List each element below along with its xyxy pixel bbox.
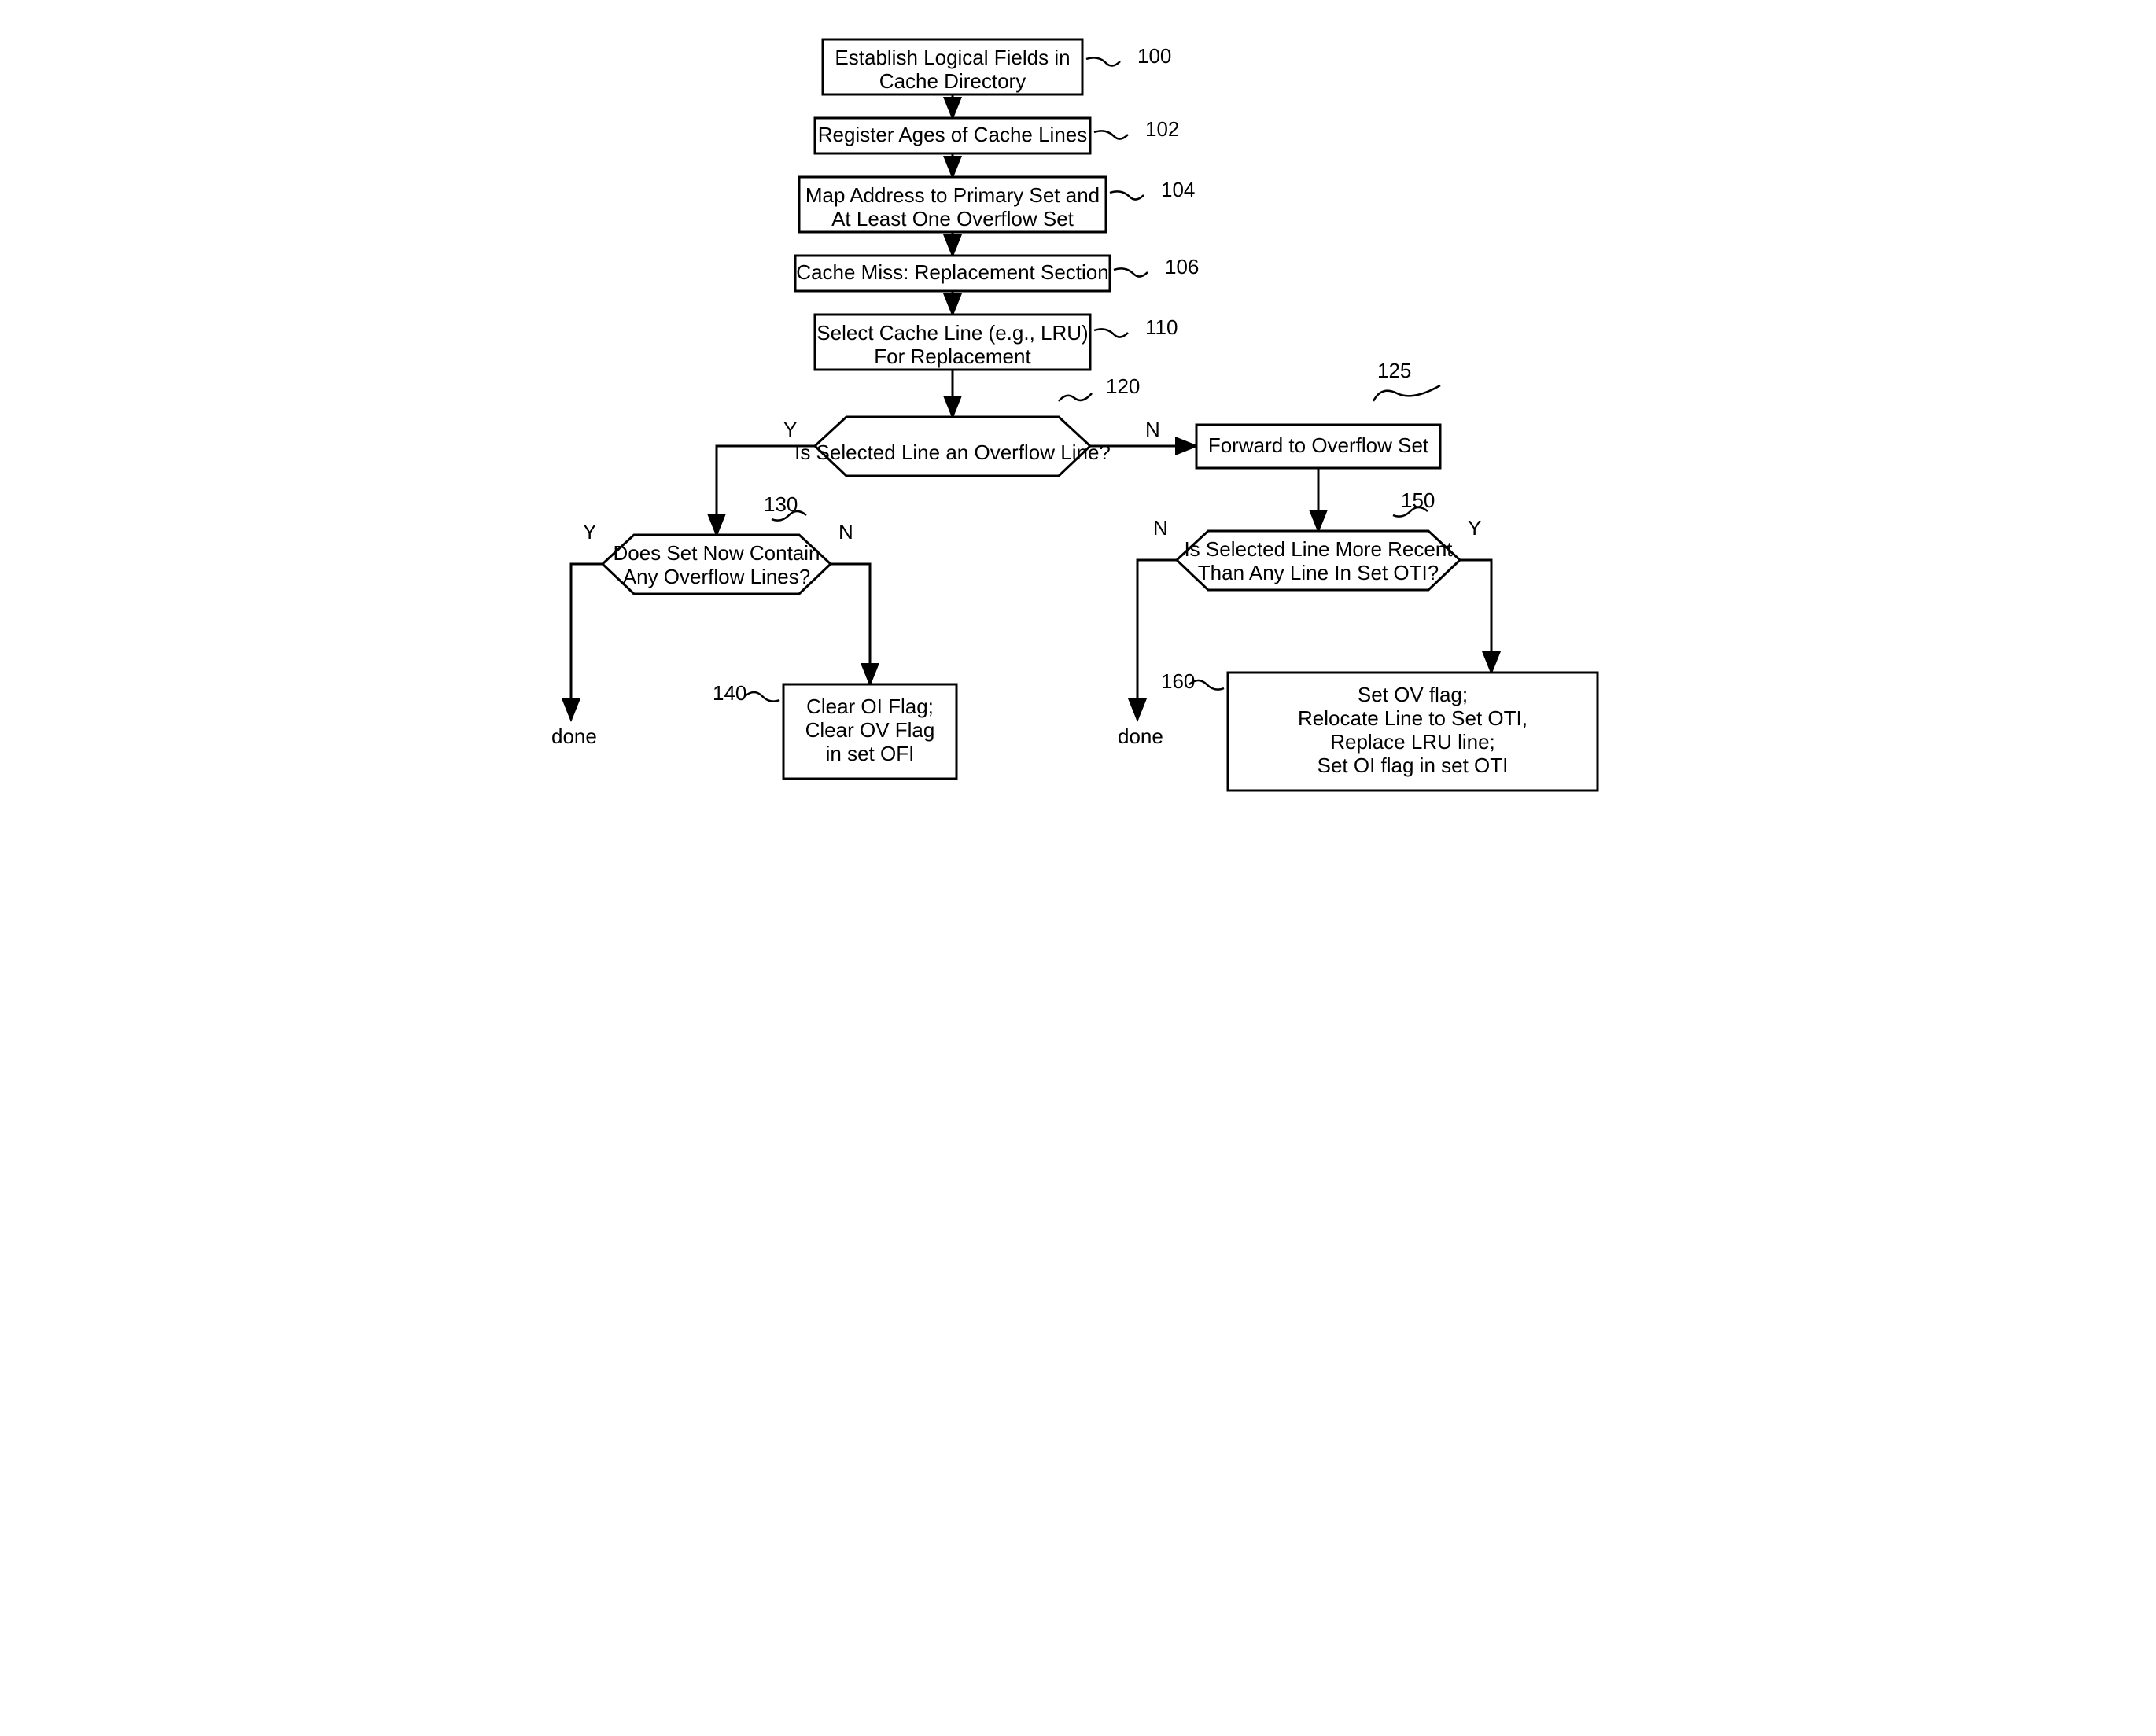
branch-label: N [1153, 516, 1168, 540]
decision-text: Than Any Line In Set OTI? [1197, 561, 1438, 584]
box-text: Relocate Line to Set OTI, [1298, 706, 1528, 730]
ref-tick [1373, 385, 1440, 401]
box-text: in set OFI [825, 742, 914, 765]
ref-tick [1110, 191, 1144, 199]
branch-label: Y [1468, 516, 1481, 540]
ref-tick [1059, 393, 1092, 401]
box-text: Set OV flag; [1357, 683, 1467, 706]
ref-tick [1094, 131, 1128, 138]
branch-label: N [838, 520, 853, 544]
flow-line [831, 564, 870, 661]
ref-label: 160 [1161, 669, 1195, 693]
ref-label: 120 [1106, 374, 1140, 398]
box-text: Clear OV Flag [805, 718, 934, 742]
ref-label: 106 [1165, 255, 1199, 278]
terminal-label: done [551, 724, 597, 748]
box-text: Cache Directory [879, 69, 1025, 93]
decision-text: Is Selected Line an Overflow Line? [794, 440, 1111, 464]
ref-label: 130 [764, 492, 798, 516]
box-text: Register Ages of Cache Lines [817, 123, 1087, 146]
ref-label: 140 [713, 681, 746, 705]
box-text: Cache Miss: Replacement Section [796, 260, 1108, 284]
ref-label: 125 [1377, 359, 1411, 382]
flow-line [1460, 560, 1491, 653]
ref-label: 104 [1161, 178, 1195, 201]
box-text: Clear OI Flag; [806, 695, 934, 718]
box-text: At Least One Overflow Set [831, 207, 1074, 230]
branch-label: Y [583, 520, 596, 544]
ref-tick [745, 692, 779, 702]
box-text: Set OI flag in set OTI [1317, 754, 1508, 777]
ref-tick [1086, 57, 1120, 65]
branch-label: N [1145, 418, 1160, 441]
ref-label: 150 [1401, 488, 1435, 512]
box-text: Establish Logical Fields in [835, 46, 1070, 69]
ref-label: 102 [1145, 117, 1179, 141]
box-text: Select Cache Line (e.g., LRU) [816, 321, 1088, 345]
box-text: Replace LRU line; [1330, 730, 1495, 754]
ref-tick [1114, 268, 1148, 276]
ref-tick [1094, 329, 1128, 337]
box-text: Forward to Overflow Set [1207, 433, 1428, 457]
decision-text: Does Set Now Contain [613, 541, 820, 565]
branch-label: Y [783, 418, 797, 441]
box-text: Map Address to Primary Set and [805, 183, 1099, 207]
decision-text: Any Overflow Lines? [622, 565, 809, 588]
ref-label: 110 [1145, 315, 1178, 339]
ref-label: 100 [1137, 44, 1171, 68]
decision-text: Is Selected Line More Recent [1184, 537, 1453, 561]
terminal-label: done [1118, 724, 1163, 748]
flow-line [571, 564, 603, 700]
box-text: For Replacement [874, 345, 1031, 368]
